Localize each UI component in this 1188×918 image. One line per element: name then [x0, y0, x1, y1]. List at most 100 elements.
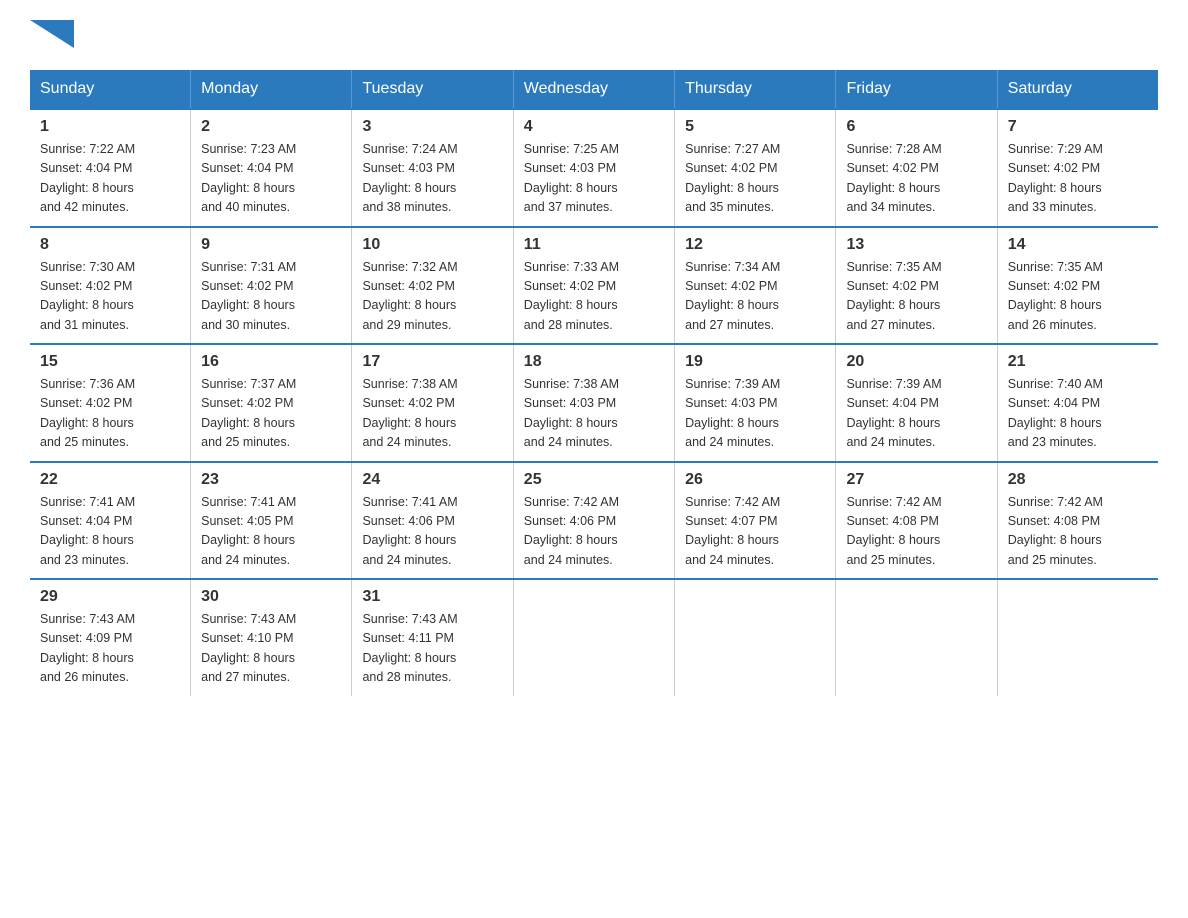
day-info: Sunrise: 7:29 AM Sunset: 4:02 PM Dayligh… [1008, 140, 1148, 218]
day-info: Sunrise: 7:25 AM Sunset: 4:03 PM Dayligh… [524, 140, 664, 218]
day-info: Sunrise: 7:37 AM Sunset: 4:02 PM Dayligh… [201, 375, 341, 453]
day-info: Sunrise: 7:34 AM Sunset: 4:02 PM Dayligh… [685, 258, 825, 336]
day-info: Sunrise: 7:31 AM Sunset: 4:02 PM Dayligh… [201, 258, 341, 336]
calendar-day-cell: 19 Sunrise: 7:39 AM Sunset: 4:03 PM Dayl… [675, 344, 836, 462]
day-info: Sunrise: 7:38 AM Sunset: 4:03 PM Dayligh… [524, 375, 664, 453]
day-info: Sunrise: 7:33 AM Sunset: 4:02 PM Dayligh… [524, 258, 664, 336]
day-number: 5 [685, 118, 825, 136]
calendar-table: SundayMondayTuesdayWednesdayThursdayFrid… [30, 70, 1158, 696]
calendar-day-cell: 12 Sunrise: 7:34 AM Sunset: 4:02 PM Dayl… [675, 227, 836, 345]
day-info: Sunrise: 7:36 AM Sunset: 4:02 PM Dayligh… [40, 375, 180, 453]
calendar-day-cell: 13 Sunrise: 7:35 AM Sunset: 4:02 PM Dayl… [836, 227, 997, 345]
calendar-day-cell: 9 Sunrise: 7:31 AM Sunset: 4:02 PM Dayli… [191, 227, 352, 345]
day-number: 1 [40, 118, 180, 136]
day-number: 11 [524, 236, 664, 254]
day-number: 25 [524, 471, 664, 489]
day-number: 27 [846, 471, 986, 489]
day-number: 23 [201, 471, 341, 489]
day-number: 17 [362, 353, 502, 371]
weekday-header-sunday: Sunday [30, 70, 191, 109]
calendar-day-cell [513, 579, 674, 696]
calendar-day-cell [997, 579, 1158, 696]
day-info: Sunrise: 7:30 AM Sunset: 4:02 PM Dayligh… [40, 258, 180, 336]
day-info: Sunrise: 7:42 AM Sunset: 4:07 PM Dayligh… [685, 493, 825, 571]
calendar-day-cell: 11 Sunrise: 7:33 AM Sunset: 4:02 PM Dayl… [513, 227, 674, 345]
calendar-day-cell: 25 Sunrise: 7:42 AM Sunset: 4:06 PM Dayl… [513, 462, 674, 580]
calendar-body: 1 Sunrise: 7:22 AM Sunset: 4:04 PM Dayli… [30, 109, 1158, 696]
calendar-day-cell: 30 Sunrise: 7:43 AM Sunset: 4:10 PM Dayl… [191, 579, 352, 696]
weekday-header-monday: Monday [191, 70, 352, 109]
calendar-day-cell: 28 Sunrise: 7:42 AM Sunset: 4:08 PM Dayl… [997, 462, 1158, 580]
day-number: 8 [40, 236, 180, 254]
day-number: 24 [362, 471, 502, 489]
calendar-day-cell: 3 Sunrise: 7:24 AM Sunset: 4:03 PM Dayli… [352, 109, 513, 227]
weekday-header-saturday: Saturday [997, 70, 1158, 109]
day-info: Sunrise: 7:22 AM Sunset: 4:04 PM Dayligh… [40, 140, 180, 218]
day-number: 9 [201, 236, 341, 254]
calendar-day-cell: 23 Sunrise: 7:41 AM Sunset: 4:05 PM Dayl… [191, 462, 352, 580]
calendar-day-cell: 17 Sunrise: 7:38 AM Sunset: 4:02 PM Dayl… [352, 344, 513, 462]
day-info: Sunrise: 7:32 AM Sunset: 4:02 PM Dayligh… [362, 258, 502, 336]
day-number: 10 [362, 236, 502, 254]
weekday-header-row: SundayMondayTuesdayWednesdayThursdayFrid… [30, 70, 1158, 109]
calendar-day-cell: 10 Sunrise: 7:32 AM Sunset: 4:02 PM Dayl… [352, 227, 513, 345]
day-info: Sunrise: 7:43 AM Sunset: 4:09 PM Dayligh… [40, 610, 180, 688]
calendar-day-cell: 5 Sunrise: 7:27 AM Sunset: 4:02 PM Dayli… [675, 109, 836, 227]
day-number: 4 [524, 118, 664, 136]
calendar-day-cell: 4 Sunrise: 7:25 AM Sunset: 4:03 PM Dayli… [513, 109, 674, 227]
calendar-day-cell: 2 Sunrise: 7:23 AM Sunset: 4:04 PM Dayli… [191, 109, 352, 227]
day-info: Sunrise: 7:42 AM Sunset: 4:08 PM Dayligh… [1008, 493, 1148, 571]
calendar-day-cell [836, 579, 997, 696]
calendar-day-cell: 31 Sunrise: 7:43 AM Sunset: 4:11 PM Dayl… [352, 579, 513, 696]
calendar-day-cell: 20 Sunrise: 7:39 AM Sunset: 4:04 PM Dayl… [836, 344, 997, 462]
day-number: 15 [40, 353, 180, 371]
day-info: Sunrise: 7:39 AM Sunset: 4:04 PM Dayligh… [846, 375, 986, 453]
page-header [30, 20, 1158, 50]
weekday-header-friday: Friday [836, 70, 997, 109]
calendar-week-row: 29 Sunrise: 7:43 AM Sunset: 4:09 PM Dayl… [30, 579, 1158, 696]
calendar-week-row: 8 Sunrise: 7:30 AM Sunset: 4:02 PM Dayli… [30, 227, 1158, 345]
day-number: 22 [40, 471, 180, 489]
day-number: 31 [362, 588, 502, 606]
calendar-day-cell: 27 Sunrise: 7:42 AM Sunset: 4:08 PM Dayl… [836, 462, 997, 580]
calendar-day-cell: 21 Sunrise: 7:40 AM Sunset: 4:04 PM Dayl… [997, 344, 1158, 462]
day-number: 14 [1008, 236, 1148, 254]
day-info: Sunrise: 7:40 AM Sunset: 4:04 PM Dayligh… [1008, 375, 1148, 453]
day-number: 26 [685, 471, 825, 489]
calendar-day-cell: 1 Sunrise: 7:22 AM Sunset: 4:04 PM Dayli… [30, 109, 191, 227]
calendar-day-cell [675, 579, 836, 696]
calendar-week-row: 1 Sunrise: 7:22 AM Sunset: 4:04 PM Dayli… [30, 109, 1158, 227]
day-number: 29 [40, 588, 180, 606]
day-number: 19 [685, 353, 825, 371]
day-info: Sunrise: 7:35 AM Sunset: 4:02 PM Dayligh… [1008, 258, 1148, 336]
day-info: Sunrise: 7:43 AM Sunset: 4:10 PM Dayligh… [201, 610, 341, 688]
day-number: 3 [362, 118, 502, 136]
day-info: Sunrise: 7:42 AM Sunset: 4:06 PM Dayligh… [524, 493, 664, 571]
day-number: 2 [201, 118, 341, 136]
day-info: Sunrise: 7:38 AM Sunset: 4:02 PM Dayligh… [362, 375, 502, 453]
calendar-day-cell: 6 Sunrise: 7:28 AM Sunset: 4:02 PM Dayli… [836, 109, 997, 227]
calendar-day-cell: 15 Sunrise: 7:36 AM Sunset: 4:02 PM Dayl… [30, 344, 191, 462]
calendar-day-cell: 22 Sunrise: 7:41 AM Sunset: 4:04 PM Dayl… [30, 462, 191, 580]
day-info: Sunrise: 7:27 AM Sunset: 4:02 PM Dayligh… [685, 140, 825, 218]
day-number: 30 [201, 588, 341, 606]
calendar-day-cell: 16 Sunrise: 7:37 AM Sunset: 4:02 PM Dayl… [191, 344, 352, 462]
day-info: Sunrise: 7:23 AM Sunset: 4:04 PM Dayligh… [201, 140, 341, 218]
day-number: 21 [1008, 353, 1148, 371]
logo [30, 20, 74, 50]
day-number: 7 [1008, 118, 1148, 136]
day-number: 28 [1008, 471, 1148, 489]
day-number: 6 [846, 118, 986, 136]
weekday-header-tuesday: Tuesday [352, 70, 513, 109]
logo-text [30, 20, 74, 52]
day-number: 16 [201, 353, 341, 371]
calendar-day-cell: 29 Sunrise: 7:43 AM Sunset: 4:09 PM Dayl… [30, 579, 191, 696]
weekday-header-thursday: Thursday [675, 70, 836, 109]
day-info: Sunrise: 7:41 AM Sunset: 4:06 PM Dayligh… [362, 493, 502, 571]
day-number: 13 [846, 236, 986, 254]
day-number: 12 [685, 236, 825, 254]
day-info: Sunrise: 7:41 AM Sunset: 4:04 PM Dayligh… [40, 493, 180, 571]
day-info: Sunrise: 7:24 AM Sunset: 4:03 PM Dayligh… [362, 140, 502, 218]
calendar-day-cell: 14 Sunrise: 7:35 AM Sunset: 4:02 PM Dayl… [997, 227, 1158, 345]
calendar-header: SundayMondayTuesdayWednesdayThursdayFrid… [30, 70, 1158, 109]
